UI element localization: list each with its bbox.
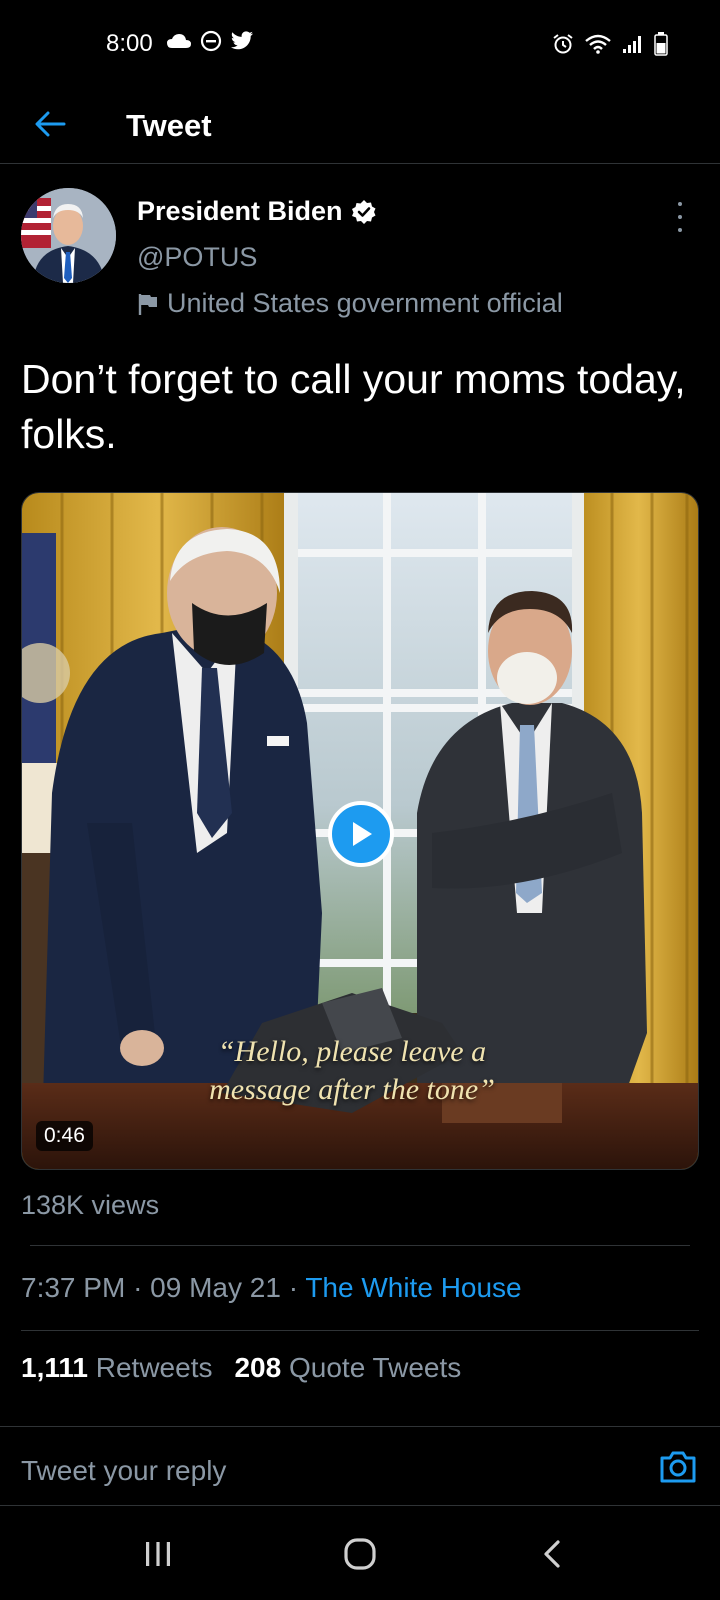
back-button[interactable] xyxy=(30,104,70,144)
author-handle[interactable]: @POTUS xyxy=(137,242,257,273)
system-back-button[interactable] xyxy=(528,1534,576,1574)
tweet-date: 09 May 21 xyxy=(150,1272,281,1303)
play-button[interactable] xyxy=(328,801,394,867)
author-name-text: President Biden xyxy=(137,196,343,226)
divider xyxy=(21,1330,699,1331)
divider xyxy=(30,1245,690,1246)
cloud-icon xyxy=(166,32,192,55)
camera-icon xyxy=(660,1451,696,1483)
page-title: Tweet xyxy=(126,108,212,143)
more-dot-icon xyxy=(678,228,682,232)
quote-tweets-stat[interactable]: 208 Quote Tweets xyxy=(234,1352,461,1383)
status-bar: 8:00 xyxy=(0,0,720,90)
retweets-stat[interactable]: 1,111 Retweets xyxy=(21,1352,212,1383)
quote-tweets-count: 208 xyxy=(234,1352,282,1383)
back-icon xyxy=(544,1540,560,1568)
view-count: 138K views xyxy=(21,1190,160,1220)
arrow-left-icon xyxy=(35,111,66,137)
retweets-count: 1,111 xyxy=(21,1352,88,1383)
home-icon xyxy=(344,1538,376,1570)
tweet-source-link[interactable]: The White House xyxy=(305,1272,521,1303)
twitter-icon xyxy=(230,31,254,56)
do-not-disturb-icon xyxy=(200,30,222,57)
reply-bar xyxy=(0,1426,720,1506)
separator: · xyxy=(133,1272,143,1303)
verified-badge-icon xyxy=(351,199,376,224)
reply-input[interactable] xyxy=(21,1451,581,1491)
status-time: 8:00 xyxy=(106,30,153,57)
camera-button[interactable] xyxy=(658,1449,698,1485)
more-dot-icon xyxy=(678,202,682,206)
quote-tweets-label: Quote Tweets xyxy=(288,1352,462,1383)
government-label-text: United States government official xyxy=(167,288,563,318)
wifi-icon xyxy=(584,34,612,59)
more-dot-icon xyxy=(678,215,682,219)
system-nav-bar xyxy=(0,1506,720,1600)
app-header: Tweet xyxy=(0,90,720,164)
tweet-text: Don’t forget to call your moms today, fo… xyxy=(21,356,686,457)
recent-apps-icon xyxy=(146,1542,170,1566)
tweet-video[interactable]: “Hello, please leave a message after the… xyxy=(21,492,699,1170)
avatar[interactable] xyxy=(21,188,116,283)
tweet-timestamp: 7:37 PM · 09 May 21 · The White House xyxy=(21,1272,522,1304)
more-options-button[interactable] xyxy=(672,202,688,232)
tweet-time: 7:37 PM xyxy=(21,1272,126,1303)
government-label[interactable]: United States government official xyxy=(137,288,563,319)
video-duration: 0:46 xyxy=(36,1121,93,1151)
retweets-label: Retweets xyxy=(95,1352,213,1383)
tweet-stats: 1,111 Retweets 208 Quote Tweets xyxy=(21,1352,461,1384)
avatar-image xyxy=(21,188,116,283)
video-caption: “Hello, please leave a message after the… xyxy=(209,1035,495,1106)
alarm-icon xyxy=(552,33,574,60)
play-icon xyxy=(353,822,372,846)
home-button[interactable] xyxy=(336,1534,384,1574)
author-name[interactable]: President Biden xyxy=(137,196,377,227)
flag-icon xyxy=(138,293,157,315)
separator: · xyxy=(288,1272,299,1303)
battery-icon xyxy=(654,32,668,61)
recent-apps-button[interactable] xyxy=(134,1534,182,1574)
signal-icon xyxy=(622,34,644,59)
